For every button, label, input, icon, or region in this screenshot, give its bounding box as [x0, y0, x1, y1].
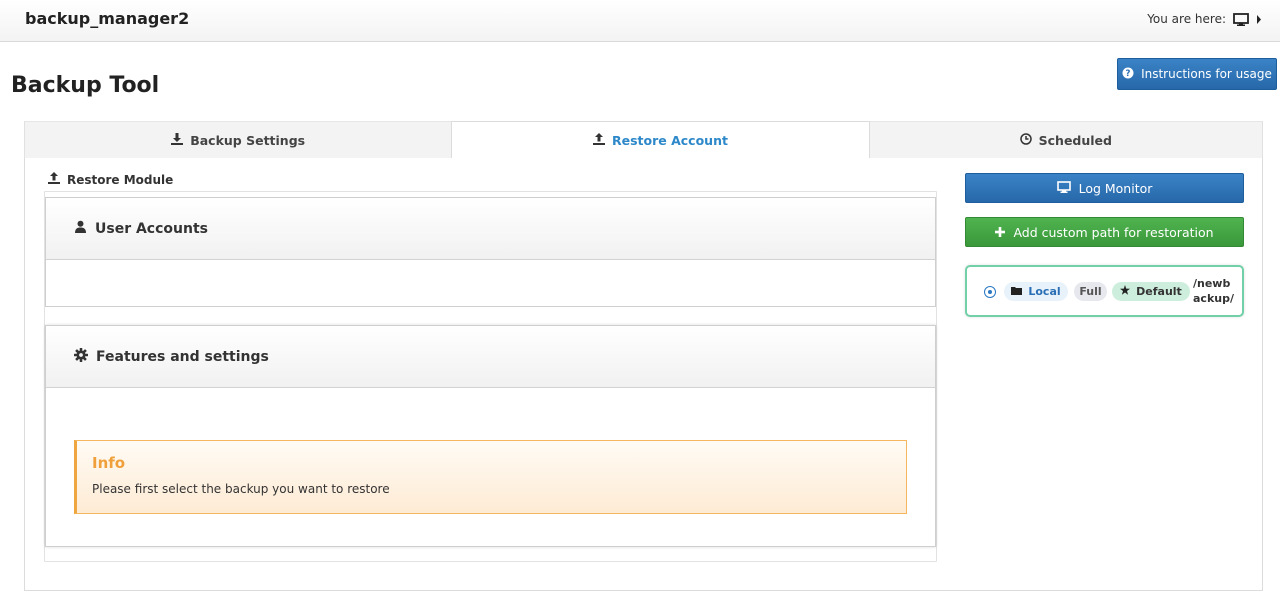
upload-icon: [48, 172, 60, 187]
user-accounts-box: User Accounts: [45, 197, 936, 307]
folder-icon: [1011, 285, 1023, 298]
default-label: Default: [1136, 285, 1182, 298]
monitor-icon[interactable]: [1233, 12, 1249, 26]
location-label: Local: [1028, 285, 1061, 298]
top-bar: backup_manager2 You are here:: [0, 0, 1280, 42]
backup-option-card[interactable]: Local Full Default /newbackup/: [965, 265, 1244, 317]
restore-module-label: Restore Module: [67, 172, 174, 187]
add-custom-path-button[interactable]: Add custom path for restoration: [965, 217, 1244, 247]
monitor-icon: [1056, 180, 1071, 196]
app-title: backup_manager2: [25, 9, 190, 28]
user-icon: [74, 220, 87, 237]
type-badge: Full: [1074, 282, 1107, 301]
gear-icon: [74, 347, 88, 366]
tab-label: Restore Account: [611, 132, 728, 148]
info-text: Please first select the backup you want …: [92, 482, 390, 496]
question-circle-icon: ?: [1122, 67, 1134, 82]
backup-radio[interactable]: [984, 286, 996, 298]
tab-bar: Backup Settings Restore Account Schedule…: [24, 121, 1263, 159]
clock-icon: [1019, 132, 1032, 148]
tab-restore-account[interactable]: Restore Account: [451, 121, 870, 159]
info-alert: Info Please first select the backup you …: [74, 440, 907, 514]
location-badge: Local: [1004, 282, 1068, 301]
star-icon: [1120, 285, 1131, 298]
caret-right-icon[interactable]: [1256, 14, 1262, 24]
log-monitor-label: Log Monitor: [1078, 180, 1153, 196]
download-icon: [171, 132, 184, 148]
tab-backup-settings[interactable]: Backup Settings: [25, 121, 452, 159]
log-monitor-button[interactable]: Log Monitor: [965, 173, 1244, 203]
restore-module-heading: Restore Module: [48, 172, 173, 187]
default-badge: Default: [1112, 282, 1190, 301]
features-settings-header[interactable]: Features and settings: [46, 326, 935, 388]
user-accounts-title: User Accounts: [95, 220, 208, 237]
page-title: Backup Tool: [11, 73, 160, 98]
plus-icon: [995, 225, 1006, 240]
type-label: Full: [1079, 285, 1102, 298]
instructions-button[interactable]: ? Instructions for usage: [1117, 58, 1277, 90]
tab-scheduled[interactable]: Scheduled: [869, 121, 1262, 159]
instructions-label: Instructions for usage: [1141, 67, 1272, 81]
user-accounts-header[interactable]: User Accounts: [46, 198, 935, 260]
add-custom-path-label: Add custom path for restoration: [1013, 224, 1214, 240]
tab-label: Scheduled: [1038, 132, 1112, 148]
upload-icon: [592, 132, 605, 148]
tab-label: Backup Settings: [190, 132, 306, 148]
breadcrumb-label: You are here:: [1147, 12, 1226, 26]
info-title: Info: [92, 454, 126, 472]
breadcrumb: You are here:: [1147, 12, 1262, 26]
svg-text:?: ?: [1126, 69, 1131, 79]
features-settings-title: Features and settings: [96, 348, 269, 365]
backup-path: /newbackup/: [1193, 277, 1234, 305]
